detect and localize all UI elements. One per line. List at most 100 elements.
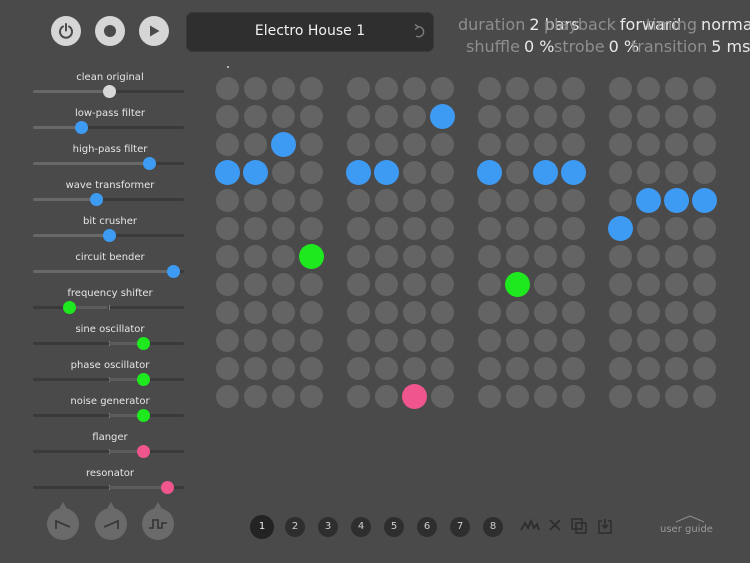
record-button[interactable] <box>95 16 125 46</box>
grid-pad[interactable] <box>478 245 501 268</box>
grid-pad[interactable] <box>347 77 370 100</box>
grid-pad[interactable] <box>431 273 454 296</box>
grid-pad[interactable] <box>506 217 529 240</box>
grid-pad[interactable] <box>506 357 529 380</box>
grid-pad[interactable] <box>244 133 267 156</box>
grid-pad[interactable] <box>272 357 295 380</box>
grid-pad[interactable] <box>693 217 716 240</box>
grid-pad[interactable] <box>347 189 370 212</box>
grid-pad[interactable] <box>272 77 295 100</box>
grid-pad[interactable] <box>347 385 370 408</box>
effect-slider-track[interactable] <box>33 193 184 206</box>
grid-pad[interactable] <box>506 301 529 324</box>
effect-slider-knob[interactable] <box>75 121 89 134</box>
grid-pad[interactable] <box>300 385 323 408</box>
grid-pad[interactable] <box>216 105 239 128</box>
grid-pad[interactable] <box>506 385 529 408</box>
randomize-icon[interactable] <box>520 518 540 532</box>
grid-pad[interactable] <box>300 105 323 128</box>
page-button-6[interactable]: 6 <box>417 517 437 537</box>
effect-slider-track[interactable] <box>33 301 184 314</box>
grid-pad[interactable] <box>403 357 426 380</box>
grid-pad[interactable] <box>431 161 454 184</box>
grid-pad[interactable] <box>637 301 660 324</box>
effect-slider-track[interactable] <box>33 481 184 494</box>
grid-pad[interactable] <box>300 77 323 100</box>
grid-pad-active[interactable] <box>299 244 324 269</box>
grid-pad-active[interactable] <box>533 160 558 185</box>
grid-pad[interactable] <box>431 385 454 408</box>
grid-pad[interactable] <box>609 189 632 212</box>
effect-slider-knob[interactable] <box>90 193 104 206</box>
effect-slider-knob[interactable] <box>137 337 151 350</box>
grid-pad-active[interactable] <box>430 104 455 129</box>
grid-pad[interactable] <box>534 385 557 408</box>
grid-pad[interactable] <box>506 245 529 268</box>
grid-pad[interactable] <box>693 273 716 296</box>
page-button-1[interactable]: 1 <box>250 515 274 539</box>
grid-pad[interactable] <box>300 189 323 212</box>
grid-pad[interactable] <box>347 329 370 352</box>
grid-pad[interactable] <box>347 105 370 128</box>
grid-pad[interactable] <box>431 189 454 212</box>
grid-pad[interactable] <box>609 105 632 128</box>
grid-pad[interactable] <box>403 273 426 296</box>
grid-pad[interactable] <box>506 161 529 184</box>
page-button-7[interactable]: 7 <box>450 517 470 537</box>
grid-pad[interactable] <box>300 273 323 296</box>
grid-pad-active[interactable] <box>271 132 296 157</box>
effect-slider-knob[interactable] <box>161 481 175 494</box>
grid-pad[interactable] <box>375 133 398 156</box>
grid-pad[interactable] <box>693 301 716 324</box>
grid-pad[interactable] <box>478 357 501 380</box>
grid-pad[interactable] <box>693 385 716 408</box>
grid-pad[interactable] <box>506 329 529 352</box>
grid-pad[interactable] <box>478 329 501 352</box>
grid-pad-active[interactable] <box>374 160 399 185</box>
grid-pad[interactable] <box>693 245 716 268</box>
grid-pad[interactable] <box>665 217 688 240</box>
grid-pad[interactable] <box>347 217 370 240</box>
grid-pad[interactable] <box>637 385 660 408</box>
grid-pad[interactable] <box>478 189 501 212</box>
grid-pad[interactable] <box>375 189 398 212</box>
paste-icon[interactable] <box>598 518 612 534</box>
param-transition[interactable]: transition 5 ms <box>631 37 750 56</box>
play-button[interactable] <box>139 16 169 46</box>
grid-pad[interactable] <box>665 133 688 156</box>
grid-pad[interactable] <box>478 301 501 324</box>
grid-pad[interactable] <box>347 245 370 268</box>
grid-pad[interactable] <box>693 357 716 380</box>
page-button-5[interactable]: 5 <box>384 517 404 537</box>
grid-pad[interactable] <box>347 273 370 296</box>
grid-pad-active[interactable] <box>346 160 371 185</box>
grid-pad[interactable] <box>431 133 454 156</box>
grid-pad[interactable] <box>534 77 557 100</box>
effect-slider-track[interactable] <box>33 85 184 98</box>
grid-pad[interactable] <box>665 77 688 100</box>
grid-pad-active[interactable] <box>664 188 689 213</box>
grid-pad[interactable] <box>534 133 557 156</box>
grid-pad[interactable] <box>403 301 426 324</box>
grid-pad[interactable] <box>534 301 557 324</box>
grid-pad[interactable] <box>609 161 632 184</box>
grid-pad[interactable] <box>562 329 585 352</box>
grid-pad-active[interactable] <box>692 188 717 213</box>
grid-pad[interactable] <box>216 133 239 156</box>
grid-pad[interactable] <box>244 357 267 380</box>
undo-icon[interactable] <box>412 24 426 40</box>
param-timing[interactable]: timingnormal <box>646 15 750 34</box>
grid-pad-active[interactable] <box>477 160 502 185</box>
grid-pad[interactable] <box>665 301 688 324</box>
grid-pad[interactable] <box>375 217 398 240</box>
grid-pad[interactable] <box>506 189 529 212</box>
grid-pad-active[interactable] <box>608 216 633 241</box>
grid-pad[interactable] <box>431 301 454 324</box>
grid-pad[interactable] <box>665 385 688 408</box>
grid-pad[interactable] <box>244 77 267 100</box>
grid-pad[interactable] <box>665 329 688 352</box>
grid-pad-active[interactable] <box>243 160 268 185</box>
grid-pad[interactable] <box>637 105 660 128</box>
effect-slider-track[interactable] <box>33 373 184 386</box>
grid-pad[interactable] <box>272 217 295 240</box>
